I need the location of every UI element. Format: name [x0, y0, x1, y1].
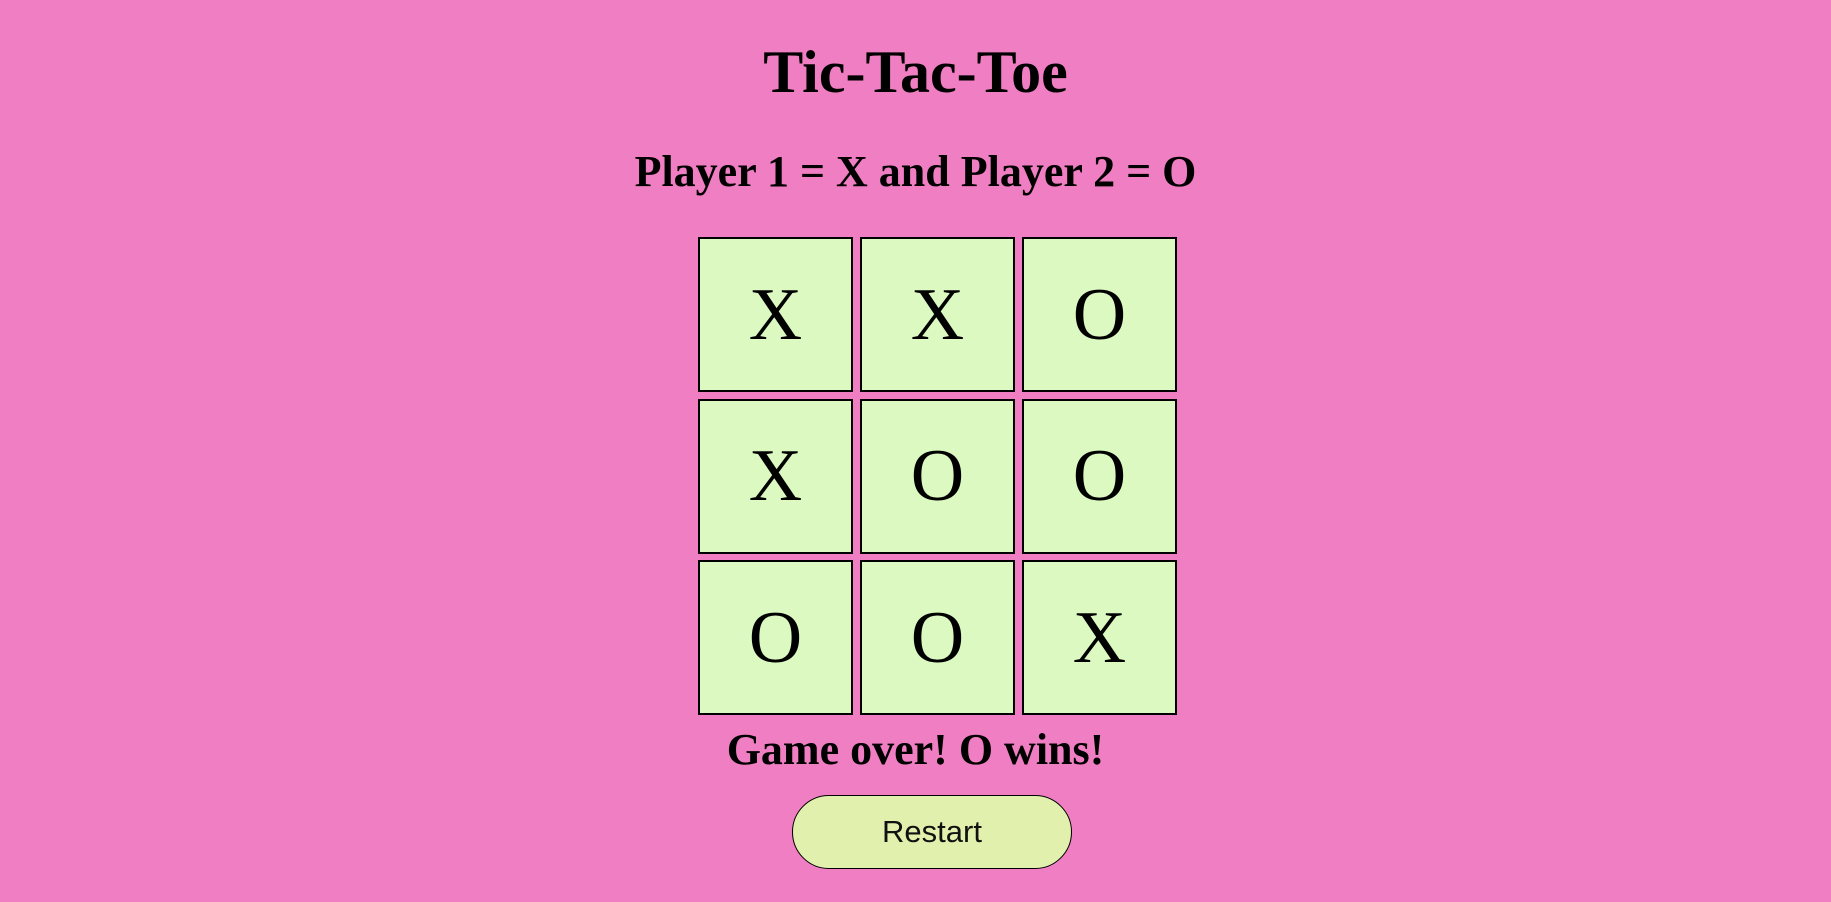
board-cell-3-3[interactable]: X — [1022, 560, 1177, 715]
restart-button[interactable]: Restart — [792, 795, 1072, 869]
board-cell-2-2[interactable]: O — [860, 398, 1015, 554]
game-page: Tic-Tac-Toe Player 1 = X and Player 2 = … — [0, 0, 1831, 902]
board-cell-3-1[interactable]: O — [698, 560, 853, 715]
game-board: X X O X O O O O X — [698, 237, 1177, 715]
board-cell-3-2[interactable]: O — [860, 560, 1015, 715]
board-cell-1-3[interactable]: O — [1022, 237, 1177, 392]
board-cell-2-3[interactable]: O — [1022, 398, 1177, 554]
player-assignment-text: Player 1 = X and Player 2 = O — [634, 147, 1197, 196]
game-status: Game over! O wins! — [726, 725, 1105, 774]
game-title: Tic-Tac-Toe — [763, 39, 1068, 105]
board-cell-1-1[interactable]: X — [698, 237, 853, 392]
board-cell-2-1[interactable]: X — [698, 398, 853, 554]
board-cell-1-2[interactable]: X — [860, 237, 1015, 392]
